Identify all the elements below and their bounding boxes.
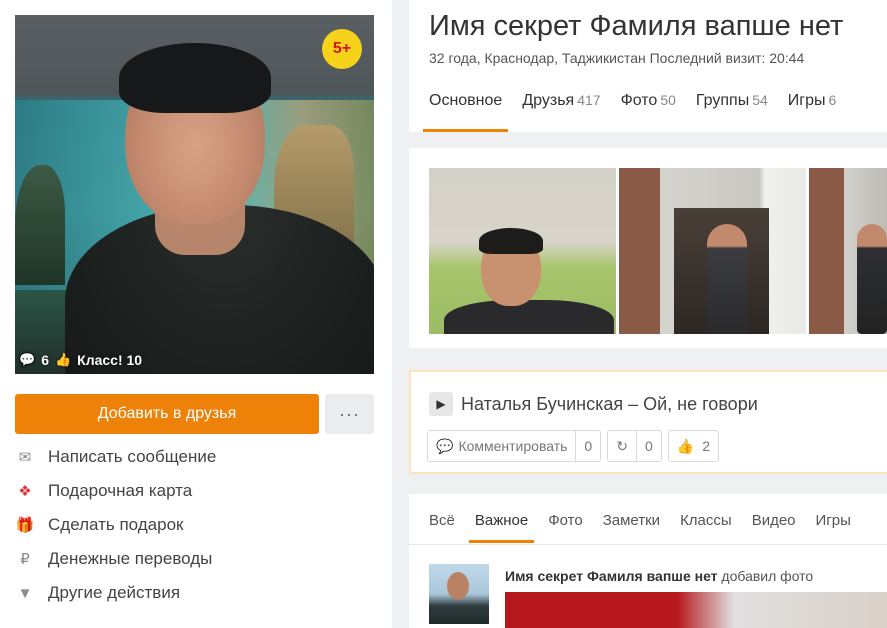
status-actions: 💬 Комментировать 0 ↻ 0 👍 2: [427, 430, 719, 462]
profile-meta: 32 года, Краснодар, Таджикистан Последни…: [429, 50, 805, 66]
share-button[interactable]: ↻ 0: [607, 430, 662, 462]
tab-count: 417: [577, 92, 601, 108]
comment-label: 💬 Комментировать: [428, 431, 575, 461]
action-label: Денежные переводы: [48, 549, 213, 568]
action-other[interactable]: ▼ Другие действия: [15, 576, 216, 610]
action-label: Подарочная карта: [48, 481, 193, 500]
comment-text: Комментировать: [458, 438, 568, 454]
thumbs-up-icon[interactable]: 👍: [55, 352, 71, 368]
profile-actions: ✉ Написать сообщение ❖ Подарочная карта …: [15, 440, 217, 610]
tab-count: 54: [752, 92, 768, 108]
post-header: Имя секрет Фамиля вапше нет добавил фото: [505, 568, 813, 584]
track: ▶ Наталья Бучинская – Ой, не говори: [429, 392, 758, 416]
post-photo[interactable]: [505, 592, 887, 628]
action-money-transfer[interactable]: ₽ Денежные переводы: [15, 542, 216, 576]
like-button[interactable]: 👍 2: [667, 430, 719, 462]
comments-count[interactable]: 6: [41, 352, 49, 368]
profile-avatar[interactable]: 5+ 💬 6 👍 Класс! 10: [15, 15, 374, 374]
comment-icon[interactable]: 💬: [19, 352, 35, 368]
like-count: 2: [702, 438, 710, 454]
photo-thumbnail[interactable]: [619, 168, 806, 334]
comment-count: 0: [575, 431, 600, 461]
post-action: добавил фото: [721, 568, 814, 584]
photo-content: [444, 300, 614, 334]
tab-friends[interactable]: Друзья 417: [522, 92, 600, 122]
age-badge: 5+: [322, 29, 362, 69]
tab-groups[interactable]: Группы 54: [696, 92, 768, 122]
tab-label: Фото: [620, 92, 658, 109]
music-status: ▶ Наталья Бучинская – Ой, не говори 💬 Ком…: [409, 370, 887, 474]
photo-strip: [409, 148, 887, 348]
action-gift-card[interactable]: ❖ Подарочная карта: [15, 474, 216, 508]
share-count: 0: [635, 431, 661, 461]
feed-tabs: Всё Важное Фото Заметки Классы Видео Игр…: [429, 512, 851, 543]
feed-tab-photo[interactable]: Фото: [548, 512, 582, 541]
class-count[interactable]: Класс! 10: [77, 352, 142, 368]
avatar-person: [119, 43, 271, 113]
tab-games[interactable]: Игры 6: [788, 92, 837, 122]
feed: Всё Важное Фото Заметки Классы Видео Игр…: [409, 494, 887, 628]
tab-count: 6: [828, 92, 837, 108]
photo-content: [707, 224, 747, 334]
photo-thumbnail[interactable]: [809, 168, 887, 334]
action-label: Сделать подарок: [48, 515, 184, 534]
add-friend-button[interactable]: Добавить в друзья: [15, 394, 319, 434]
tab-count: 50: [660, 92, 676, 108]
tab-label: Группы: [695, 92, 750, 109]
comment-icon: 💬: [436, 437, 454, 454]
post-author[interactable]: Имя секрет Фамиля вапше нет: [505, 568, 718, 584]
feed-tab-video[interactable]: Видео: [752, 512, 796, 541]
feed-tab-notes[interactable]: Заметки: [603, 512, 660, 541]
feed-tab-games[interactable]: Игры: [816, 512, 851, 541]
profile-header: Имя секрет Фамиля вапше нет 32 года, Кра…: [409, 0, 887, 132]
action-send-message[interactable]: ✉ Написать сообщение: [15, 440, 217, 474]
avatar-stats: 💬 6 👍 Класс! 10: [19, 352, 142, 368]
share-icon: ↻: [616, 437, 628, 454]
feed-tab-all[interactable]: Всё: [429, 512, 455, 541]
track-title[interactable]: Наталья Бучинская – Ой, не говори: [461, 394, 758, 415]
gift-icon: 🎁: [15, 517, 35, 534]
tab-label: Друзья: [522, 92, 575, 109]
action-label: Написать сообщение: [48, 447, 217, 466]
gift-card-icon: ❖: [18, 483, 32, 500]
profile-name: Имя секрет Фамиля вапше нет: [429, 10, 844, 42]
play-icon[interactable]: ▶: [429, 392, 453, 416]
photo-thumbnail[interactable]: [429, 168, 616, 334]
post-author-avatar[interactable]: [429, 564, 489, 624]
profile-tabs: Основное Друзья 417 Фото 50 Группы 54 Игры 6: [422, 92, 837, 132]
divider: [409, 544, 887, 545]
envelope-icon: ✉: [18, 449, 32, 466]
action-label: Другие действия: [48, 583, 181, 602]
tab-label: Основное: [429, 92, 503, 109]
comment-button[interactable]: 💬 Комментировать 0: [427, 430, 602, 462]
thumbs-up-icon: 👍: [676, 437, 695, 454]
chevron-down-icon: ▼: [17, 584, 33, 602]
tab-photos[interactable]: Фото 50: [621, 92, 676, 122]
more-button[interactable]: ···: [325, 394, 374, 434]
avatar-decor: [15, 165, 65, 285]
action-make-gift[interactable]: 🎁 Сделать подарок: [15, 508, 216, 542]
feed-tab-classes[interactable]: Классы: [680, 512, 732, 541]
photo-content: [857, 224, 887, 334]
profile-sidebar: 5+ 💬 6 👍 Класс! 10 Добавить в друзья ···…: [0, 0, 392, 628]
photo-content: [447, 572, 469, 600]
photo-content: [479, 228, 543, 254]
tab-label: Игры: [787, 92, 826, 109]
feed-tab-important[interactable]: Важное: [468, 512, 535, 543]
ruble-icon: ₽: [20, 551, 30, 568]
tab-main[interactable]: Основное: [422, 92, 509, 132]
